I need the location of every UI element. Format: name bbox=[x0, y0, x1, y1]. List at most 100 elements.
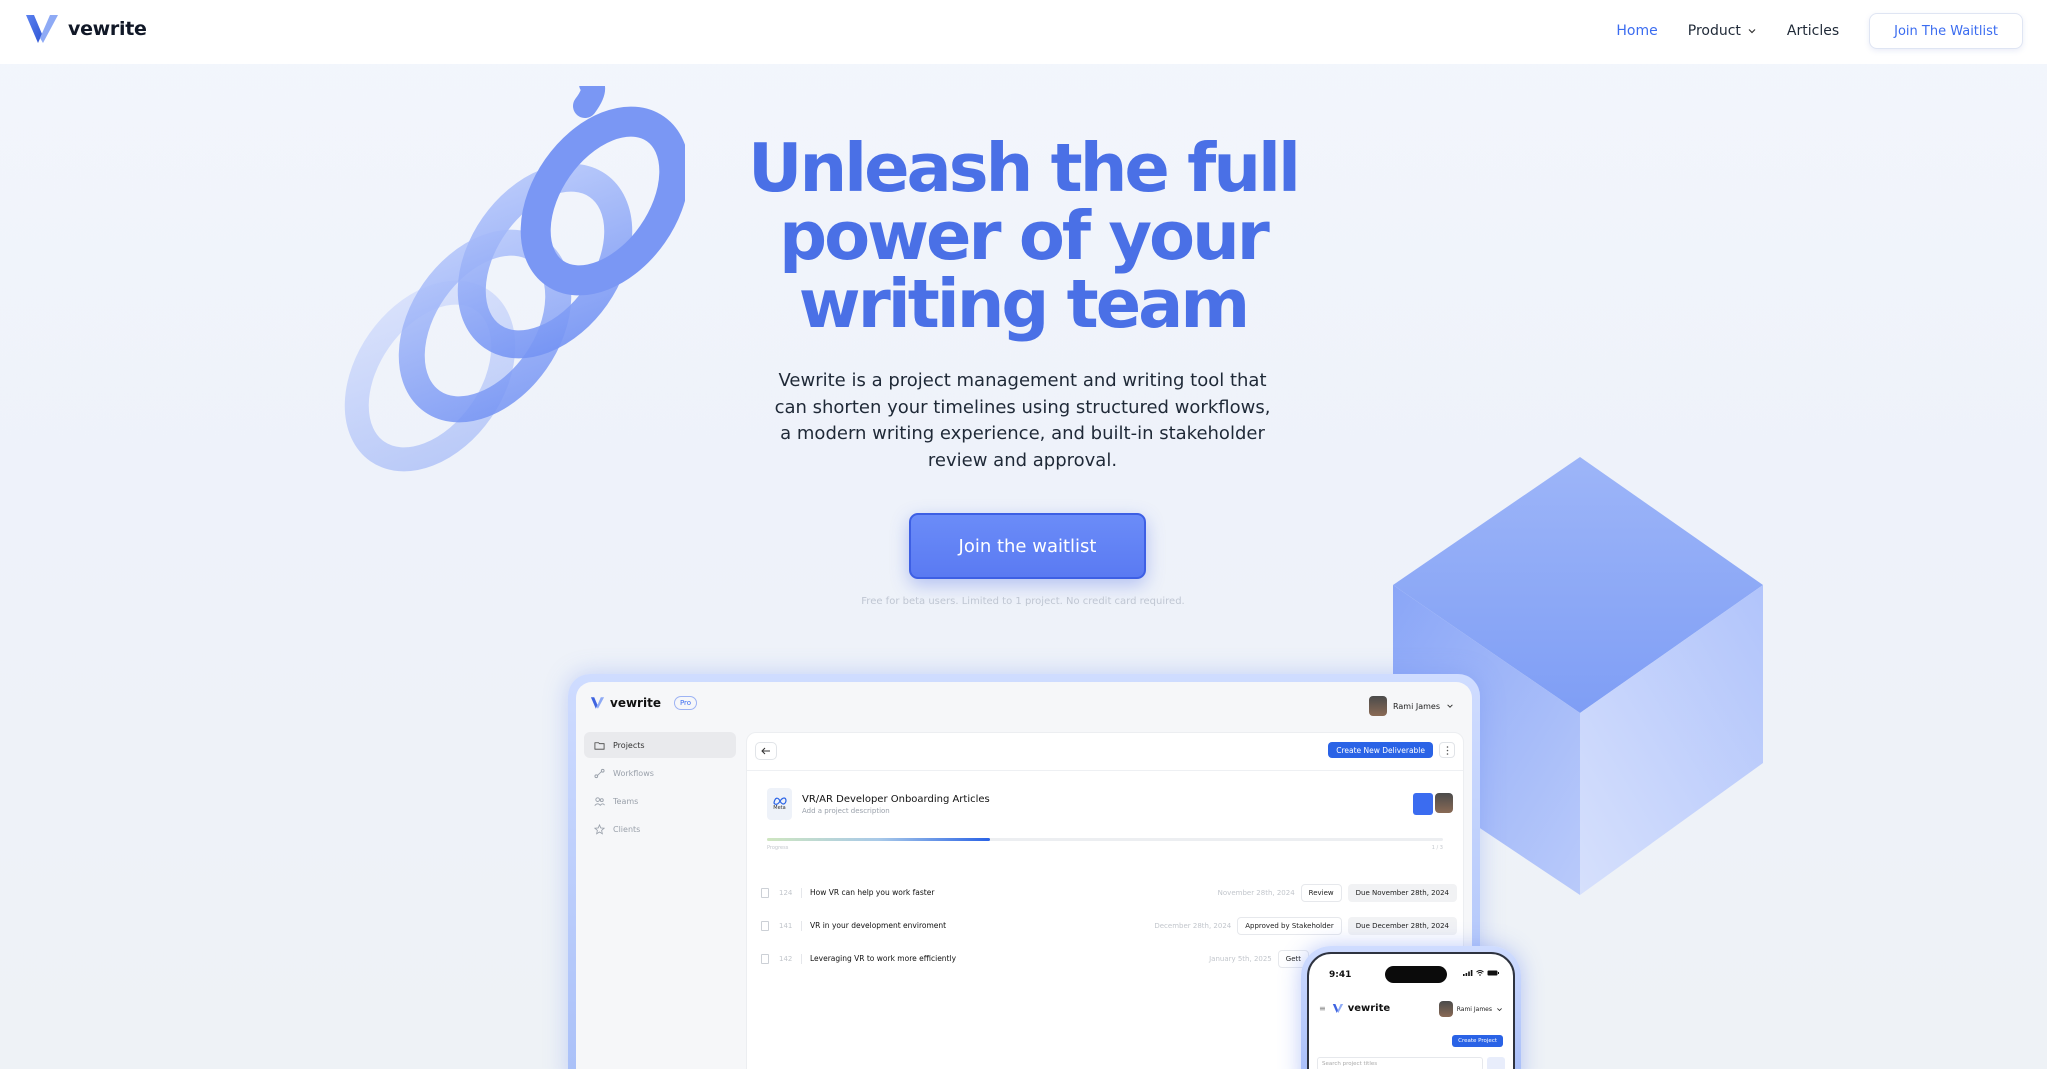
deliverable-title: VR in your development enviroment bbox=[810, 921, 947, 930]
mobile-brand-name: vewrite bbox=[1347, 1003, 1391, 1014]
mobile-brand: ≡ vewrite bbox=[1319, 1003, 1390, 1014]
join-waitlist-nav-button[interactable]: Join The Waitlist bbox=[1869, 13, 2023, 49]
pro-badge: Pro bbox=[673, 696, 698, 710]
document-icon bbox=[761, 920, 769, 931]
sidebar-item-clients[interactable]: Clients bbox=[584, 816, 736, 842]
mobile-app-screen: 9:41 ≡ vewrite Rami James Create Project… bbox=[1307, 952, 1515, 1069]
progress-count: 1 / 3 bbox=[1431, 845, 1443, 851]
avatar bbox=[1369, 696, 1387, 716]
sidebar-item-projects[interactable]: Projects bbox=[584, 732, 736, 758]
meta-logo-icon bbox=[772, 797, 787, 805]
app-brand: vewrite Pro bbox=[590, 696, 698, 710]
sidebar-item-label: Clients bbox=[613, 824, 641, 834]
arrow-left-icon bbox=[761, 747, 770, 755]
deliverable-date: January 5th, 2025 bbox=[1209, 954, 1272, 963]
users-icon bbox=[594, 796, 605, 806]
table-row[interactable]: 141 VR in your development enviroment De… bbox=[761, 909, 1457, 942]
hero-subtitle: Vewrite is a project management and writ… bbox=[774, 370, 1271, 471]
wifi-icon bbox=[1476, 970, 1484, 976]
star-icon bbox=[594, 823, 605, 835]
progress-label: Progress bbox=[767, 845, 789, 851]
view-toggle[interactable] bbox=[1487, 1057, 1505, 1069]
signal-icon bbox=[1463, 970, 1473, 976]
client-avatar bbox=[1413, 793, 1433, 815]
divider bbox=[801, 920, 802, 931]
chevron-down-icon bbox=[1447, 704, 1453, 708]
document-icon bbox=[761, 953, 769, 964]
deliverable-title: How VR can help you work faster bbox=[810, 888, 935, 897]
project-header: Meta VR/AR Developer Onboarding Articles… bbox=[767, 788, 990, 820]
more-vertical-icon bbox=[1446, 745, 1448, 755]
project-logo: Meta bbox=[767, 788, 792, 820]
nav-link-product[interactable]: Product bbox=[1688, 23, 1757, 39]
vewrite-logo-icon bbox=[26, 15, 58, 43]
top-nav: vewrite Home Product Articles Join The W… bbox=[0, 0, 2047, 64]
menu-icon[interactable]: ≡ bbox=[1319, 1004, 1326, 1013]
back-button[interactable] bbox=[755, 742, 777, 760]
app-sidebar: Projects Workflows Teams Clients bbox=[584, 732, 736, 844]
sidebar-item-workflows[interactable]: Workflows bbox=[584, 760, 736, 786]
more-options-button[interactable] bbox=[1439, 742, 1455, 758]
status-time: 9:41 bbox=[1329, 970, 1352, 980]
deliverable-id: 141 bbox=[779, 921, 793, 930]
avatar bbox=[1435, 793, 1453, 813]
app-brand-name: vewrite bbox=[610, 696, 661, 710]
hero-title: Unleash the full power of your writing t… bbox=[723, 134, 1323, 338]
divider bbox=[801, 887, 802, 898]
mobile-user-name: Rami James bbox=[1456, 1005, 1492, 1013]
nav-links: Home Product Articles Join The Waitlist bbox=[1616, 13, 2023, 49]
due-badge: Due December 28th, 2024 bbox=[1347, 916, 1457, 935]
user-menu[interactable]: Rami James bbox=[1369, 696, 1454, 716]
project-search-input[interactable]: Search project titles bbox=[1317, 1057, 1483, 1069]
project-title: VR/AR Developer Onboarding Articles bbox=[802, 793, 990, 805]
mobile-user-menu[interactable]: Rami James bbox=[1438, 1001, 1503, 1017]
sidebar-item-label: Projects bbox=[613, 740, 645, 750]
deliverable-title: Leveraging VR to work more efficiently bbox=[810, 954, 957, 963]
brand-name: vewrite bbox=[68, 18, 147, 40]
chevron-down-icon bbox=[1497, 1007, 1502, 1011]
mobile-app-mockup: 9:41 ≡ vewrite Rami James Create Project… bbox=[1301, 946, 1521, 1069]
project-logo-text: Meta bbox=[773, 805, 786, 811]
sidebar-item-label: Workflows bbox=[613, 768, 654, 778]
avatar bbox=[1438, 1001, 1453, 1017]
vewrite-logo-icon bbox=[1332, 1003, 1343, 1014]
user-name: Rami James bbox=[1393, 701, 1440, 711]
status-badge: Approved by Stakeholder bbox=[1237, 916, 1342, 935]
create-deliverable-button[interactable]: Create New Deliverable bbox=[1328, 742, 1433, 758]
table-row[interactable]: 124 How VR can help you work faster Nove… bbox=[761, 876, 1457, 909]
project-description[interactable]: Add a project description bbox=[802, 807, 990, 815]
dynamic-island bbox=[1385, 966, 1447, 983]
nav-link-articles[interactable]: Articles bbox=[1787, 23, 1839, 39]
create-project-button[interactable]: Create Project bbox=[1452, 1035, 1503, 1047]
folder-icon bbox=[594, 741, 605, 750]
join-waitlist-button[interactable]: Join the waitlist bbox=[909, 513, 1146, 579]
progress-bar bbox=[767, 838, 1443, 841]
project-toolbar: Create New Deliverable bbox=[747, 733, 1463, 771]
document-icon bbox=[761, 887, 769, 898]
status-badge: Review bbox=[1300, 883, 1342, 902]
hero-title-line: writing team bbox=[798, 265, 1250, 343]
app-header: vewrite Pro Rami James bbox=[576, 682, 1472, 732]
sidebar-item-label: Teams bbox=[613, 796, 639, 806]
chevron-down-icon bbox=[1748, 29, 1756, 34]
brand-logo[interactable]: vewrite bbox=[24, 12, 147, 46]
hero-title-line: Unleash the full bbox=[748, 129, 1301, 207]
deliverable-id: 124 bbox=[779, 888, 793, 897]
workflow-icon bbox=[594, 768, 605, 778]
due-badge: Due November 28th, 2024 bbox=[1347, 883, 1457, 902]
progress-fill bbox=[767, 838, 991, 841]
deliverable-date: December 28th, 2024 bbox=[1154, 921, 1232, 930]
nav-link-home[interactable]: Home bbox=[1616, 23, 1657, 39]
battery-icon bbox=[1487, 970, 1499, 976]
sidebar-item-teams[interactable]: Teams bbox=[584, 788, 736, 814]
hero-title-line: power of your bbox=[779, 197, 1270, 275]
hero-note: Free for beta users. Limited to 1 projec… bbox=[861, 596, 1185, 607]
deliverable-id: 142 bbox=[779, 954, 793, 963]
deliverable-date: November 28th, 2024 bbox=[1217, 888, 1295, 897]
divider bbox=[801, 953, 802, 964]
nav-link-product-label: Product bbox=[1687, 23, 1741, 39]
project-members[interactable] bbox=[1413, 793, 1453, 815]
status-icons bbox=[1463, 970, 1499, 976]
spiral-illustration bbox=[344, 86, 685, 472]
vewrite-logo-icon bbox=[590, 697, 605, 709]
